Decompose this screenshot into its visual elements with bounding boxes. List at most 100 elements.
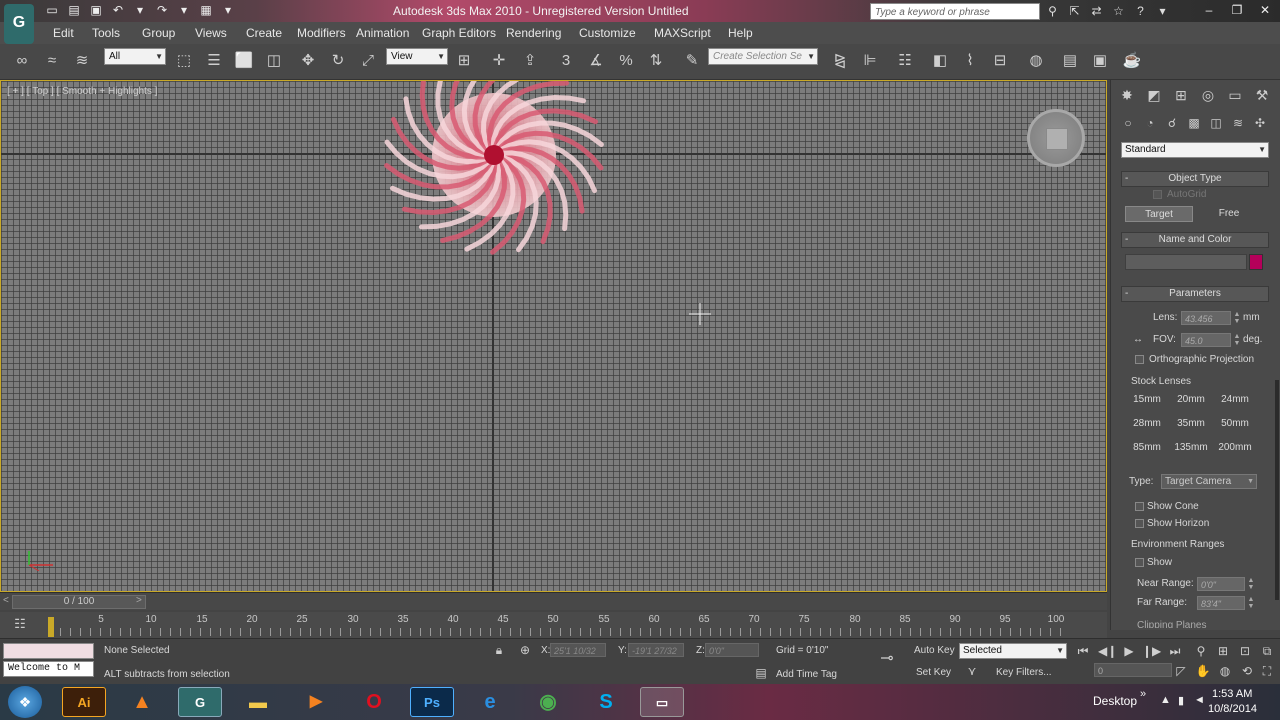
spinner-snap-icon[interactable]: ⇅ [646,51,666,71]
vlc-icon[interactable]: ▲ [120,687,164,717]
layer-manager-icon[interactable]: ☷ [895,51,915,71]
binoculars-icon[interactable]: ⚲ [1044,3,1061,19]
object-name-field[interactable] [1125,254,1247,270]
named-selection-set-dropdown[interactable]: Create Selection Se [708,48,818,65]
viewport-label[interactable]: [ + ] [ Top ] [ Smooth + Highlights ] [7,86,157,97]
rendered-frame-window-icon[interactable]: ▣ [1090,51,1110,71]
modify-tab-icon[interactable]: ◩ [1144,85,1164,105]
lens-28mm-button[interactable]: 28mm [1125,416,1169,432]
steering-wheel-icon[interactable] [1027,109,1085,167]
mirror-icon[interactable]: ⧎ [830,51,850,71]
edit-named-selection-icon[interactable]: ✎ [682,51,702,71]
current-frame-marker[interactable] [48,617,54,637]
minimize-icon[interactable]: – [1200,2,1218,18]
command-panel-scrollbar[interactable] [1275,380,1279,600]
utilities-tab-icon[interactable]: ⚒ [1252,85,1272,105]
help-icon[interactable]: ? [1132,3,1149,19]
menu-views[interactable]: Views [195,26,227,40]
redo-icon[interactable]: ↷ [154,3,170,18]
previous-frame-icon[interactable]: ◀❙ [1098,643,1117,659]
next-frame-icon[interactable]: ❙▶ [1142,643,1161,659]
lens-200mm-button[interactable]: 200mm [1213,440,1257,456]
zoom-extents-icon[interactable]: ⊡ [1236,643,1254,659]
graphite-modeling-icon[interactable]: ◧ [930,51,950,71]
opera-icon[interactable]: O [352,687,396,717]
near-range-field[interactable]: 0'0" [1197,577,1245,591]
lights-icon[interactable]: ☌ [1163,114,1181,132]
display-tab-icon[interactable]: ▭ [1225,85,1245,105]
zoom-extents-all-icon[interactable]: ⧉ [1258,643,1276,659]
window-crossing-icon[interactable]: ◫ [264,51,284,71]
menu-modifiers[interactable]: Modifiers [297,26,346,40]
chrome-icon[interactable]: ◉ [526,687,570,717]
rollout-name-and-color[interactable]: - Name and Color [1121,232,1269,248]
fov-direction-icon[interactable]: ↔ [1133,334,1143,345]
network-icon[interactable]: ▮ [1178,694,1184,707]
toolbar-expand-icon[interactable]: » [1140,688,1146,700]
field-of-view-icon[interactable]: ◸ [1172,663,1190,679]
lens-spinner[interactable]: ▲ ▼ [1233,311,1241,325]
skype-icon[interactable]: S [584,687,628,717]
orbit-icon[interactable]: ⟲ [1238,663,1256,679]
lens-135mm-button[interactable]: 135mm [1169,440,1213,456]
go-to-start-icon[interactable]: ⏮ [1074,643,1092,659]
clock-date[interactable]: 10/8/2014 [1208,703,1257,715]
select-move-icon[interactable]: ✥ [298,51,318,71]
zoom-all-icon[interactable]: ⊞ [1214,643,1232,659]
select-object-icon[interactable]: ⬚ [174,51,194,71]
maxscript-listener-pink[interactable] [3,643,94,659]
app-logo-icon[interactable]: G [4,4,34,44]
quick-access-dropdown-icon[interactable]: ▾ [220,3,236,18]
photoshop-icon[interactable]: Ps [410,687,454,717]
rollout-object-type[interactable]: - Object Type [1121,171,1269,187]
zoom-icon[interactable]: ⚲ [1192,643,1210,659]
helpers-icon[interactable]: ◫ [1207,114,1225,132]
keyboard-shortcut-override-icon[interactable]: ⇪ [520,51,540,71]
help-dropdown-icon[interactable]: ▾ [1154,3,1171,19]
media-player-icon[interactable]: ▶ [294,687,338,717]
illustrator-icon[interactable]: Ai [62,687,106,717]
reference-coordinate-dropdown[interactable]: View [386,48,448,65]
near-range-spinner[interactable]: ▲ ▼ [1247,577,1255,591]
lens-15mm-button[interactable]: 15mm [1125,392,1169,408]
far-range-spinner[interactable]: ▲ ▼ [1247,596,1255,610]
maximize-viewport-icon[interactable]: ⛶ [1258,663,1276,679]
use-pivot-center-icon[interactable]: ⊞ [454,51,474,71]
bind-space-warp-icon[interactable]: ≋ [72,51,92,71]
key-filter-icon[interactable]: ⋎ [963,663,981,679]
lens-35mm-button[interactable]: 35mm [1169,416,1213,432]
save-icon[interactable]: ▣ [88,3,104,18]
category-dropdown[interactable]: Standard [1121,142,1269,158]
explorer-icon[interactable]: ▬ [236,687,280,717]
snaps-toggle-icon[interactable]: 3 [556,51,576,71]
play-icon[interactable]: ▶ [1120,643,1138,659]
new-file-icon[interactable]: ▭ [44,3,60,18]
internet-explorer-icon[interactable]: e [468,687,512,717]
absolute-mode-icon[interactable]: ⊕ [516,642,534,658]
clock-time[interactable]: 1:53 AM [1212,688,1252,700]
menu-edit[interactable]: Edit [53,26,74,40]
undo-dropdown-icon[interactable]: ▾ [132,3,148,18]
selection-filter-dropdown[interactable]: All [104,48,166,65]
prev-frame-arrow-icon[interactable]: < [3,595,9,606]
window-preview-icon[interactable]: ▭ [640,687,684,717]
expand-icon[interactable]: ⇱ [1066,3,1083,19]
show-hidden-icons-icon[interactable]: ▲ [1160,694,1171,706]
render-production-icon[interactable]: ☕ [1122,51,1142,71]
go-to-end-icon[interactable]: ⏭ [1166,643,1184,659]
open-file-icon[interactable]: ▤ [66,3,82,18]
angle-snap-icon[interactable]: ∡ [586,51,606,71]
current-frame-field[interactable]: 0 [1094,663,1172,677]
object-color-swatch[interactable] [1249,254,1263,270]
lens-24mm-button[interactable]: 24mm [1213,392,1257,408]
connect-icon[interactable]: ⇄ [1088,3,1105,19]
autogrid-checkbox[interactable] [1153,190,1162,199]
favorites-icon[interactable]: ☆ [1110,3,1127,19]
rollout-parameters[interactable]: - Parameters [1121,286,1269,302]
mini-curve-editor-icon[interactable]: ☷ [10,616,30,632]
env-show-checkbox[interactable] [1135,558,1144,567]
walkthrough-icon[interactable]: ◍ [1216,663,1234,679]
volume-icon[interactable]: ◄ [1194,694,1205,706]
menu-maxscript[interactable]: MAXScript [654,26,711,40]
y-coordinate-field[interactable]: -19'1 27/32 [628,643,684,657]
